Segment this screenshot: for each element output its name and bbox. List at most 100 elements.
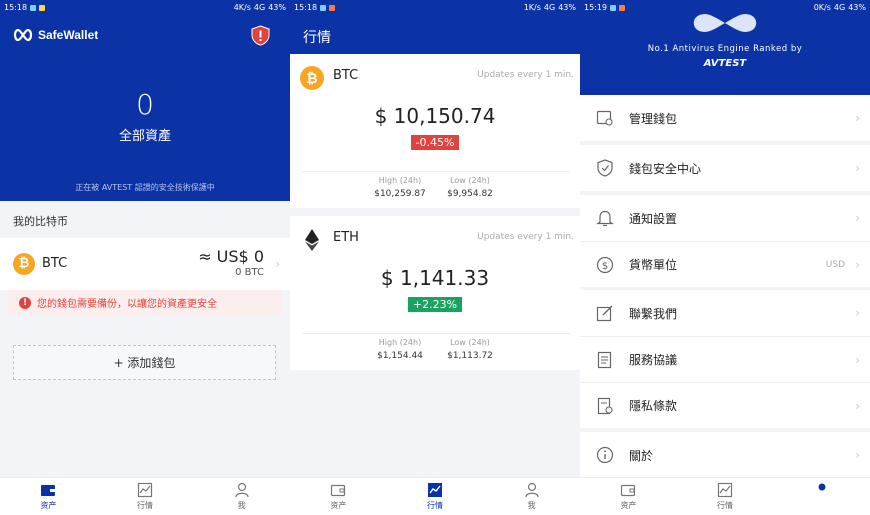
chevron-right-icon: › <box>855 211 860 225</box>
status-time: 15:18 <box>294 3 318 12</box>
bottom-tab-bar: 资产 行情 我 <box>290 477 580 515</box>
menu-label: 隱私條款 <box>629 399 678 413</box>
tab-me[interactable]: 我 <box>773 478 870 515</box>
status-signal: 4G <box>543 3 556 12</box>
document-icon <box>597 351 612 368</box>
status-net-speed: 4K/s <box>233 3 251 12</box>
section-title: 我的比特币 <box>13 215 68 228</box>
chevron-right-icon: › <box>855 161 860 175</box>
status-net-speed: 0K/s <box>813 3 831 12</box>
menu-item-about[interactable]: 關於 › <box>580 432 870 478</box>
avtest-logo: AVTEST <box>703 58 747 69</box>
status-bar: 15:18 4K/s 4G 43% <box>0 0 290 15</box>
notification-icon <box>39 4 46 11</box>
menu-label: 聯繫我們 <box>629 306 678 321</box>
tab-market[interactable]: 行情 <box>677 478 774 515</box>
ethereum-icon <box>305 229 319 251</box>
tab-market[interactable]: 行情 <box>387 478 484 515</box>
price-change-badge: -0.45% <box>410 135 460 150</box>
tab-label: 我 <box>527 501 536 510</box>
menu-item-terms[interactable]: 服務協議 › <box>580 336 870 382</box>
tab-label: 行情 <box>427 501 443 510</box>
bell-icon <box>596 210 614 227</box>
edit-icon <box>596 305 613 322</box>
me-screen: 15:19 0K/s 4G 43% No.1 Antivirus Engine … <box>580 0 870 515</box>
user-icon <box>818 483 826 491</box>
menu-group-support: 聯繫我們 › 服務協議 › 隱私條款 › <box>580 290 870 428</box>
tab-me[interactable]: 我 <box>193 478 290 515</box>
update-interval: Updates every 1 min. <box>477 70 574 80</box>
tab-label: 我 <box>237 501 246 510</box>
wallet-icon <box>331 484 346 497</box>
infinity-logo-icon <box>693 14 757 32</box>
total-assets-value: 0 <box>136 88 154 121</box>
wallet-coin-row[interactable]: ₿ BTC ≈ US$ 0 0 BTC › <box>0 238 290 290</box>
wallet-icon <box>41 485 56 496</box>
security-alert-shield-icon[interactable] <box>251 25 270 46</box>
tab-market[interactable]: 行情 <box>97 478 194 515</box>
coin-symbol: BTC <box>42 256 68 271</box>
chevron-right-icon: › <box>275 257 280 271</box>
notification-icon <box>610 4 617 11</box>
user-icon <box>235 482 249 498</box>
tab-assets[interactable]: 资产 <box>580 478 677 515</box>
chevron-right-icon: › <box>855 352 860 367</box>
bottom-tab-bar: 资产 行情 我 <box>0 477 290 515</box>
notification-icon <box>320 4 327 11</box>
assets-screen: 15:18 4K/s 4G 43% SafeWallet 0 全部資產 正在被 … <box>0 0 290 515</box>
tab-label: 行情 <box>717 501 733 510</box>
coin-price: $ 10,150.74 <box>374 104 496 128</box>
protection-notice: 正在被 AVTEST 認證的安全技術保護中 <box>75 183 215 192</box>
tab-label: 资产 <box>620 501 637 510</box>
menu-item-currency[interactable]: $ 貨幣單位 USD › <box>580 241 870 287</box>
high-value: $1,154.44 <box>377 351 423 361</box>
chevron-right-icon: › <box>855 398 860 413</box>
svg-text:₿: ₿ <box>306 71 317 87</box>
status-bar: 15:18 1K/s 4G 43% <box>290 0 580 15</box>
status-battery: 43% <box>848 3 866 12</box>
bitcoin-icon: ₿ <box>13 253 35 275</box>
infinity-logo-icon <box>13 29 33 41</box>
tab-assets[interactable]: 资产 <box>0 478 97 515</box>
svg-text:$: $ <box>602 261 608 272</box>
wallet-icon <box>621 484 636 497</box>
market-card-btc[interactable]: ₿ BTC Updates every 1 min. $ 10,150.74 -… <box>290 54 580 208</box>
menu-label: 服務協議 <box>629 353 678 367</box>
add-wallet-button[interactable]: + 添加錢包 <box>13 345 276 380</box>
menu-label: 關於 <box>629 448 654 463</box>
tab-label: 行情 <box>137 501 153 510</box>
menu-item-privacy[interactable]: 隱私條款 › <box>580 382 870 428</box>
chevron-right-icon: › <box>855 306 860 320</box>
menu-label: 貨幣單位 <box>629 258 678 272</box>
privacy-doc-icon <box>597 397 613 414</box>
market-header: 15:18 1K/s 4G 43% 行情 <box>290 0 580 54</box>
status-battery: 43% <box>268 3 286 12</box>
low-value: $9,954.82 <box>447 189 493 199</box>
chart-icon <box>428 483 442 497</box>
chevron-right-icon: › <box>855 111 860 125</box>
wallet-settings-icon <box>596 110 613 126</box>
menu-item-notifications[interactable]: 通知設置 › <box>580 195 870 241</box>
backup-warning[interactable]: ! 您的錢包需要備份，以讓您的資產更安全 <box>8 290 282 315</box>
menu-group-about: 關於 › <box>580 432 870 478</box>
menu-item-manage-wallet[interactable]: 管理錢包 › <box>580 95 870 141</box>
app-logo: SafeWallet <box>13 28 98 42</box>
coin-symbol: ETH <box>333 230 359 245</box>
tab-assets[interactable]: 资产 <box>290 478 387 515</box>
menu-label: 通知設置 <box>629 211 678 226</box>
status-time: 15:18 <box>4 3 28 12</box>
tab-me[interactable]: 我 <box>483 478 580 515</box>
chart-icon <box>717 482 733 498</box>
low-label: Low (24h) <box>450 176 490 185</box>
user-icon <box>525 482 539 498</box>
update-interval: Updates every 1 min. <box>477 232 574 242</box>
menu-group-prefs: 通知設置 › $ 貨幣單位 USD › <box>580 195 870 287</box>
menu-item-security-center[interactable]: 錢包安全中心 › <box>580 145 870 191</box>
me-header: 15:19 0K/s 4G 43% No.1 Antivirus Engine … <box>580 0 870 95</box>
market-card-eth[interactable]: ETH Updates every 1 min. $ 1,141.33 +2.2… <box>290 216 580 370</box>
menu-item-contact-us[interactable]: 聯繫我們 › <box>580 290 870 336</box>
dollar-icon: $ <box>596 256 614 273</box>
notification-icon <box>329 4 336 11</box>
app-name: SafeWallet <box>38 28 99 42</box>
coin-price: $ 1,141.33 <box>380 266 490 290</box>
